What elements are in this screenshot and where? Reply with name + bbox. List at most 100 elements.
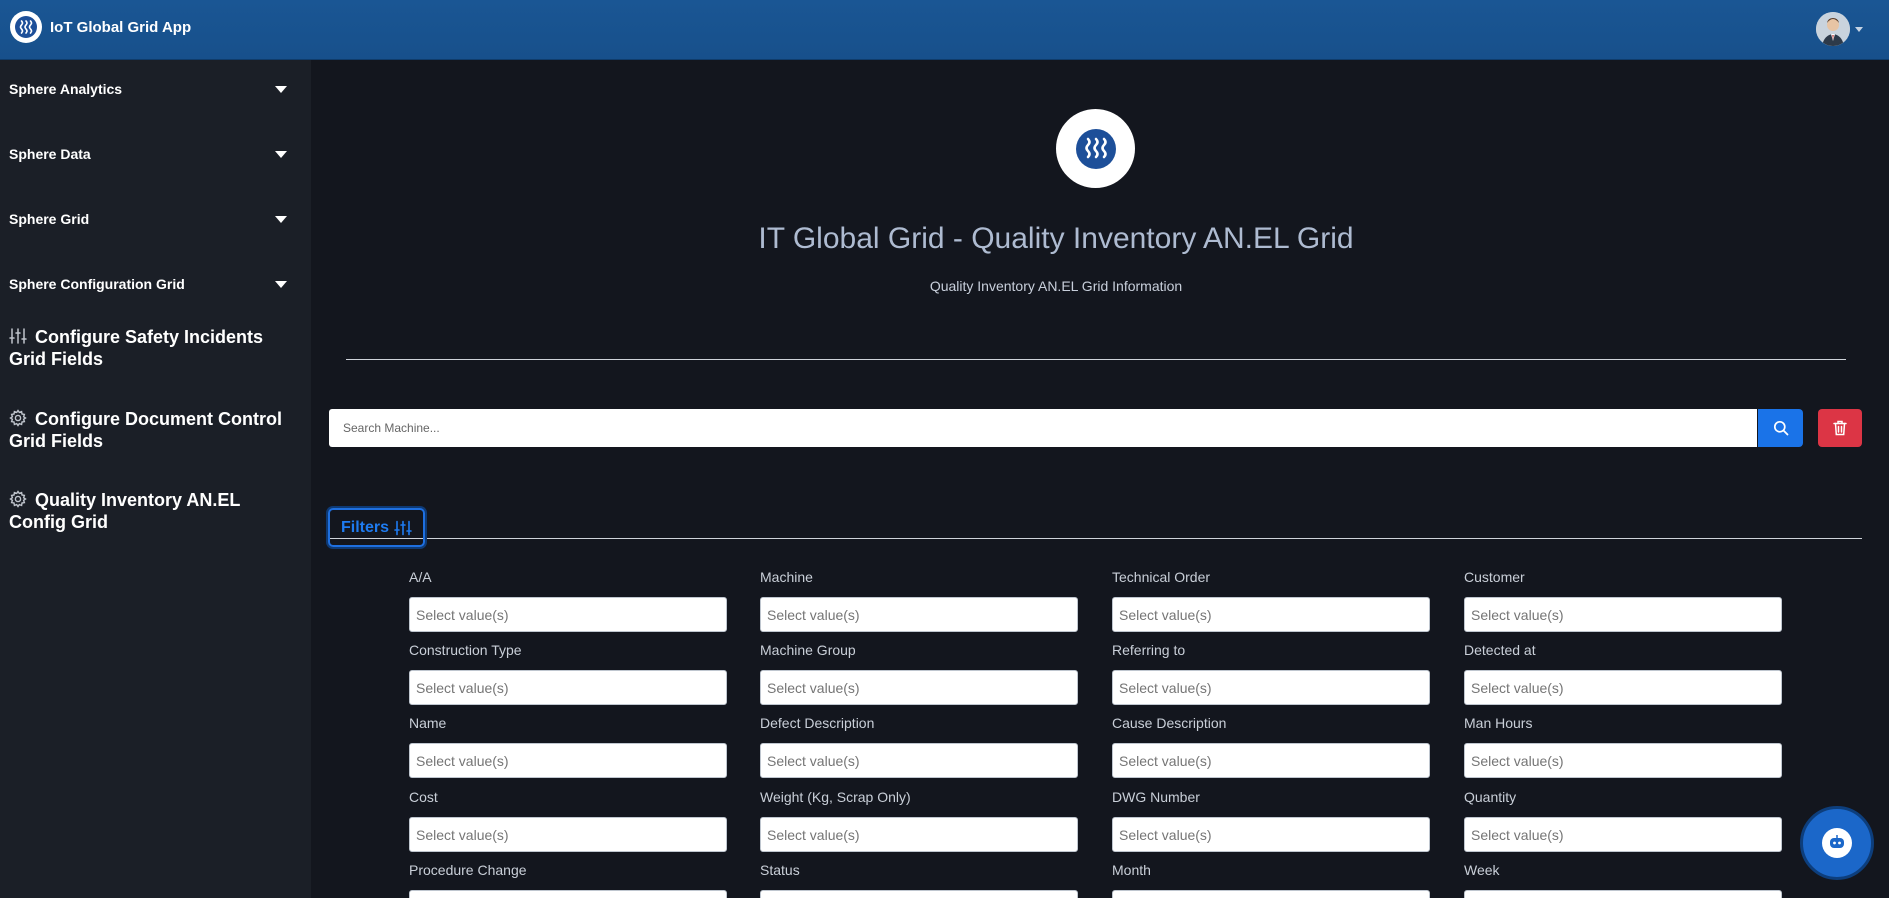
sidebar-group-sphere-data[interactable]: Sphere Data xyxy=(9,143,287,165)
avatar[interactable] xyxy=(1816,12,1850,46)
clear-search-button[interactable] xyxy=(1818,409,1862,447)
app-title: IoT Global Grid App xyxy=(50,18,192,36)
filters-button[interactable]: Filters xyxy=(328,508,425,547)
chat-bot-icon xyxy=(1822,828,1852,858)
chat-button[interactable] xyxy=(1800,806,1874,880)
filter-label: Man Hours xyxy=(1464,715,1533,731)
filter-field: Construction Type xyxy=(409,641,727,705)
filter-select-input[interactable] xyxy=(409,890,727,898)
filter-select-input[interactable] xyxy=(1112,743,1430,778)
filter-label: Weight (Kg, Scrap Only) xyxy=(760,789,911,805)
page-title: IT Global Grid - Quality Inventory AN.EL… xyxy=(758,222,1354,255)
gear-icon xyxy=(9,409,27,427)
filter-label: DWG Number xyxy=(1112,789,1200,805)
filter-select-input[interactable] xyxy=(409,817,727,852)
filter-field: Defect Description xyxy=(760,714,1078,778)
sidebar-group-label: Sphere Configuration Grid xyxy=(9,276,185,292)
hero-logo-icon xyxy=(1056,109,1135,188)
filter-select-input[interactable] xyxy=(409,670,727,705)
filter-field: Machine Group xyxy=(760,641,1078,705)
filter-select-input[interactable] xyxy=(1464,817,1782,852)
filter-select-input[interactable] xyxy=(1112,817,1430,852)
filter-label: Status xyxy=(760,862,800,878)
filter-field: Technical Order xyxy=(1112,568,1430,632)
search-button[interactable] xyxy=(1758,409,1803,447)
sidebar-group-sphere-configuration-grid[interactable]: Sphere Configuration Grid xyxy=(9,273,287,295)
filter-select-input[interactable] xyxy=(760,890,1078,898)
sidebar-group-sphere-grid[interactable]: Sphere Grid xyxy=(9,208,287,230)
user-menu[interactable] xyxy=(1816,12,1863,46)
filter-label: A/A xyxy=(409,569,432,585)
gear-icon xyxy=(9,490,27,508)
sidebar-link-safety-incidents[interactable]: Configure Safety Incidents Grid Fields xyxy=(9,326,299,370)
filter-label: Machine Group xyxy=(760,642,856,658)
filter-field: Detected at xyxy=(1464,641,1782,705)
filter-select-input[interactable] xyxy=(1112,890,1430,898)
filter-select-input[interactable] xyxy=(1112,597,1430,632)
sidebar-link-label: Configure Safety Incidents Grid Fields xyxy=(9,327,264,369)
filter-label: Machine xyxy=(760,569,813,585)
filter-select-input[interactable] xyxy=(1464,743,1782,778)
sidebar-group-label: Sphere Grid xyxy=(9,211,90,227)
sidebar-group-label: Sphere Data xyxy=(9,146,91,162)
sliders-icon xyxy=(9,328,27,344)
filter-select-input[interactable] xyxy=(1464,890,1782,898)
sidebar-group-label: Sphere Analytics xyxy=(9,81,123,97)
filter-select-input[interactable] xyxy=(1464,597,1782,632)
sidebar-group-sphere-analytics[interactable]: Sphere Analytics xyxy=(9,78,287,100)
chevron-down-icon xyxy=(1855,26,1863,32)
filter-label: Referring to xyxy=(1112,642,1186,658)
filter-field: Referring to xyxy=(1112,641,1430,705)
filter-label: Detected at xyxy=(1464,642,1536,658)
filter-select-input[interactable] xyxy=(760,670,1078,705)
caret-down-icon xyxy=(275,85,287,93)
filter-field: DWG Number xyxy=(1112,788,1430,852)
filter-label: Customer xyxy=(1464,569,1525,585)
filter-field: Quantity xyxy=(1464,788,1782,852)
search-input[interactable] xyxy=(329,409,1757,447)
filter-select-input[interactable] xyxy=(760,817,1078,852)
filter-select-input[interactable] xyxy=(1464,670,1782,705)
filter-field: Cause Description xyxy=(1112,714,1430,778)
filter-field: Customer xyxy=(1464,568,1782,632)
top-navbar: IoT Global Grid App xyxy=(0,0,1889,60)
sidebar-link-label: Quality Inventory AN.EL Config Grid xyxy=(9,490,241,532)
filter-field: Cost xyxy=(409,788,727,852)
filter-field: Procedure Change xyxy=(409,861,727,898)
sidebar-link-quality-inventory-config[interactable]: Quality Inventory AN.EL Config Grid xyxy=(9,489,299,533)
filter-label: Cause Description xyxy=(1112,715,1227,731)
filter-field: Man Hours xyxy=(1464,714,1782,778)
filter-field: A/A xyxy=(409,568,727,632)
filter-field: Name xyxy=(409,714,727,778)
app-logo-icon xyxy=(10,11,42,43)
caret-down-icon xyxy=(275,280,287,288)
sliders-icon xyxy=(394,520,412,535)
filter-label: Defect Description xyxy=(760,715,875,731)
filter-label: Week xyxy=(1464,862,1500,878)
divider xyxy=(346,359,1846,360)
divider xyxy=(329,538,1862,539)
search-icon xyxy=(1773,420,1788,436)
filter-select-input[interactable] xyxy=(409,597,727,632)
filter-field: Weight (Kg, Scrap Only) xyxy=(760,788,1078,852)
filter-select-input[interactable] xyxy=(409,743,727,778)
page-subtitle: Quality Inventory AN.EL Grid Information xyxy=(929,278,1183,294)
filter-select-input[interactable] xyxy=(760,743,1078,778)
filter-select-input[interactable] xyxy=(760,597,1078,632)
filter-field: Month xyxy=(1112,861,1430,898)
filter-select-input[interactable] xyxy=(1112,670,1430,705)
sidebar: Sphere Analytics Sphere Data Sphere Grid… xyxy=(0,60,311,898)
filter-field: Status xyxy=(760,861,1078,898)
filter-label: Name xyxy=(409,715,447,731)
filter-label: Construction Type xyxy=(409,642,522,658)
caret-down-icon xyxy=(275,215,287,223)
filter-label: Quantity xyxy=(1464,789,1517,805)
caret-down-icon xyxy=(275,150,287,158)
filter-label: Month xyxy=(1112,862,1151,878)
filter-field: Machine xyxy=(760,568,1078,632)
brand[interactable]: IoT Global Grid App xyxy=(10,11,191,43)
filters-button-label: Filters xyxy=(340,518,389,536)
sidebar-link-document-control[interactable]: Configure Document Control Grid Fields xyxy=(9,408,299,452)
sidebar-link-label: Configure Document Control Grid Fields xyxy=(9,409,282,451)
filter-label: Cost xyxy=(409,789,438,805)
